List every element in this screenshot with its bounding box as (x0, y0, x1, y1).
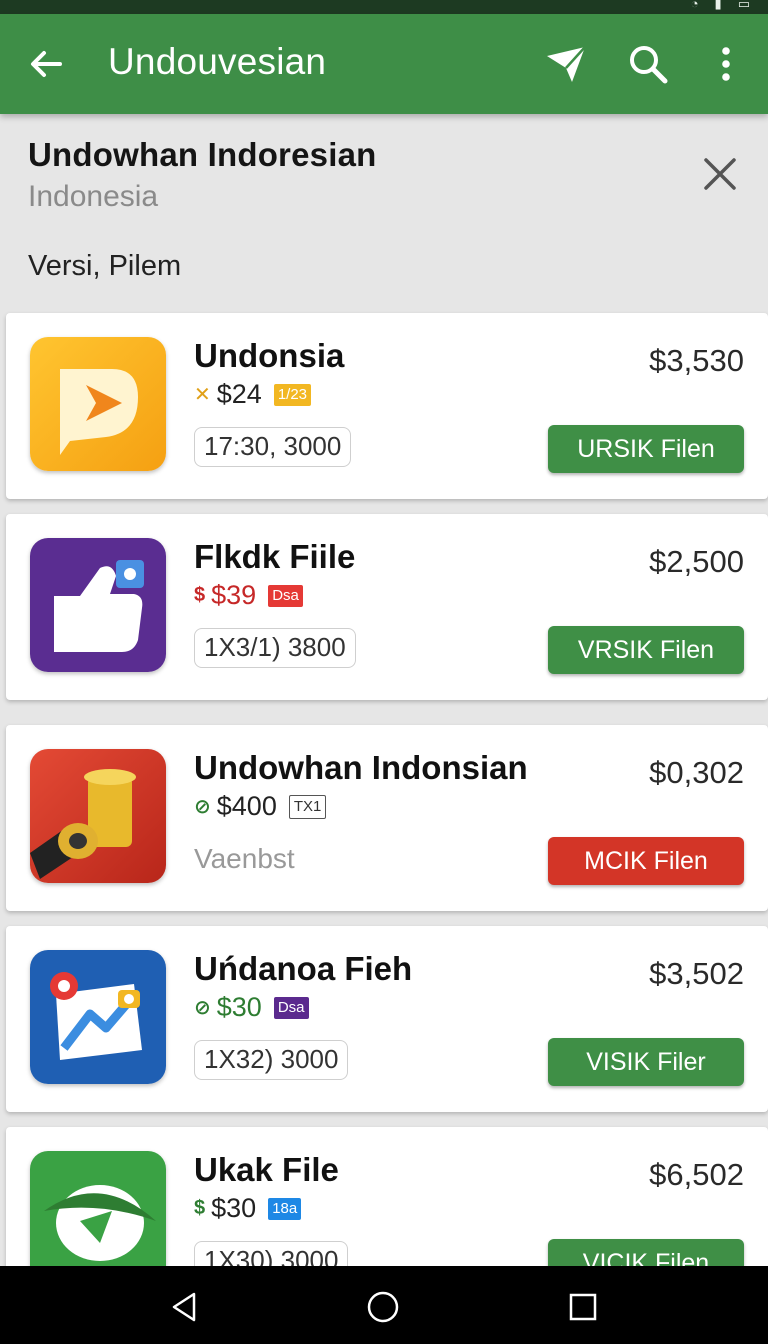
close-icon[interactable] (700, 154, 740, 194)
app-name: Undowhan Indonsian (194, 749, 528, 786)
app-name: Uńdanoa Fieh (194, 950, 413, 987)
app-name: Flkdk Fiile (194, 538, 356, 575)
app-meta: $ $30 18a (194, 1193, 302, 1224)
app-badge: TX1 (288, 794, 327, 819)
app-badge: Dsa (273, 996, 309, 1019)
app-card[interactable]: Flkdk Fiile $ $39 Dsa 1X3/1) 3800 $2,500… (6, 514, 768, 700)
app-bar: Undouvesian (0, 14, 768, 114)
nav-back-icon[interactable] (168, 1290, 202, 1324)
app-price: $0,302 (649, 755, 744, 790)
rating-icon: ⊘ (194, 796, 211, 818)
app-card[interactable]: Ukak File $ $30 18a 1X30) 3000 $6,502 VI… (6, 1127, 768, 1287)
app-name: Undonsia (194, 337, 345, 374)
app-action-button[interactable]: MCIK Filen (548, 837, 744, 885)
back-arrow-icon[interactable] (26, 44, 66, 84)
app-title: Undouvesian (108, 41, 327, 82)
rating-icon: ✕ (194, 384, 211, 406)
app-version-text: Vaenbst (194, 843, 295, 874)
signal-icon: ▮ (714, 0, 722, 11)
more-vert-icon[interactable] (704, 42, 748, 86)
app-meta: ⊘ $30 Dsa (194, 992, 309, 1023)
rating-icon: $ (194, 1197, 206, 1219)
app-version-chip: 1X3/1) 3800 (194, 628, 356, 668)
section-label: Versi, Pilem (28, 250, 182, 282)
app-action-button[interactable]: VRSIK Filen (548, 626, 744, 674)
app-icon[interactable] (30, 1151, 166, 1285)
app-card[interactable]: Uńdanoa Fieh ⊘ $30 Dsa 1X32) 3000 $3,502… (6, 926, 768, 1112)
app-meta: ✕ $24 1/23 (194, 379, 312, 410)
app-meta-value: $30 (216, 992, 262, 1022)
send-icon[interactable] (544, 42, 588, 86)
search-icon[interactable] (626, 42, 670, 86)
wifi-icon: ◔ (690, 0, 699, 11)
app-price: $3,502 (649, 956, 744, 991)
app-meta-value: $24 (216, 379, 262, 409)
rating-icon: ⊘ (194, 997, 211, 1019)
rating-icon: $ (194, 584, 206, 606)
search-header: Undowhan Indoresian Indonesia Versi, Pil… (0, 114, 768, 314)
system-nav-bar (0, 1266, 768, 1344)
status-bar: ◔ ▮ ▭ (0, 0, 768, 14)
app-meta-value: $30 (211, 1193, 257, 1223)
nav-recents-icon[interactable] (566, 1290, 600, 1324)
app-card[interactable]: Undonsia ✕ $24 1/23 17:30, 3000 $3,530 U… (6, 313, 768, 499)
header-subtitle: Indonesia (28, 180, 159, 213)
app-meta-value: $400 (216, 791, 277, 821)
app-price: $6,502 (649, 1157, 744, 1192)
app-version-chip: 17:30, 3000 (194, 427, 352, 467)
nav-home-icon[interactable] (366, 1290, 400, 1324)
app-badge: 18a (268, 1197, 302, 1220)
app-icon[interactable] (30, 950, 166, 1084)
app-icon[interactable] (30, 538, 166, 672)
app-icon[interactable] (30, 337, 166, 471)
app-version-chip: 1X32) 3000 (194, 1040, 349, 1080)
battery-icon: ▭ (737, 0, 750, 11)
app-meta: ⊘ $400 TX1 (194, 791, 327, 822)
app-price: $2,500 (649, 544, 744, 579)
app-badge: Dsa (268, 584, 303, 607)
app-name: Ukak File (194, 1151, 339, 1188)
header-title: Undowhan Indoresian (28, 136, 377, 173)
app-badge: 1/23 (273, 383, 312, 406)
app-icon[interactable] (30, 749, 166, 883)
app-action-button[interactable]: URSIK Filen (548, 425, 744, 473)
app-meta: $ $39 Dsa (194, 580, 303, 611)
app-price: $3,530 (649, 343, 744, 378)
app-card[interactable]: Undowhan Indonsian ⊘ $400 TX1 Vaenbst $0… (6, 725, 768, 911)
app-meta-value: $39 (211, 580, 257, 610)
app-action-button[interactable]: VISIK Filer (548, 1038, 744, 1086)
